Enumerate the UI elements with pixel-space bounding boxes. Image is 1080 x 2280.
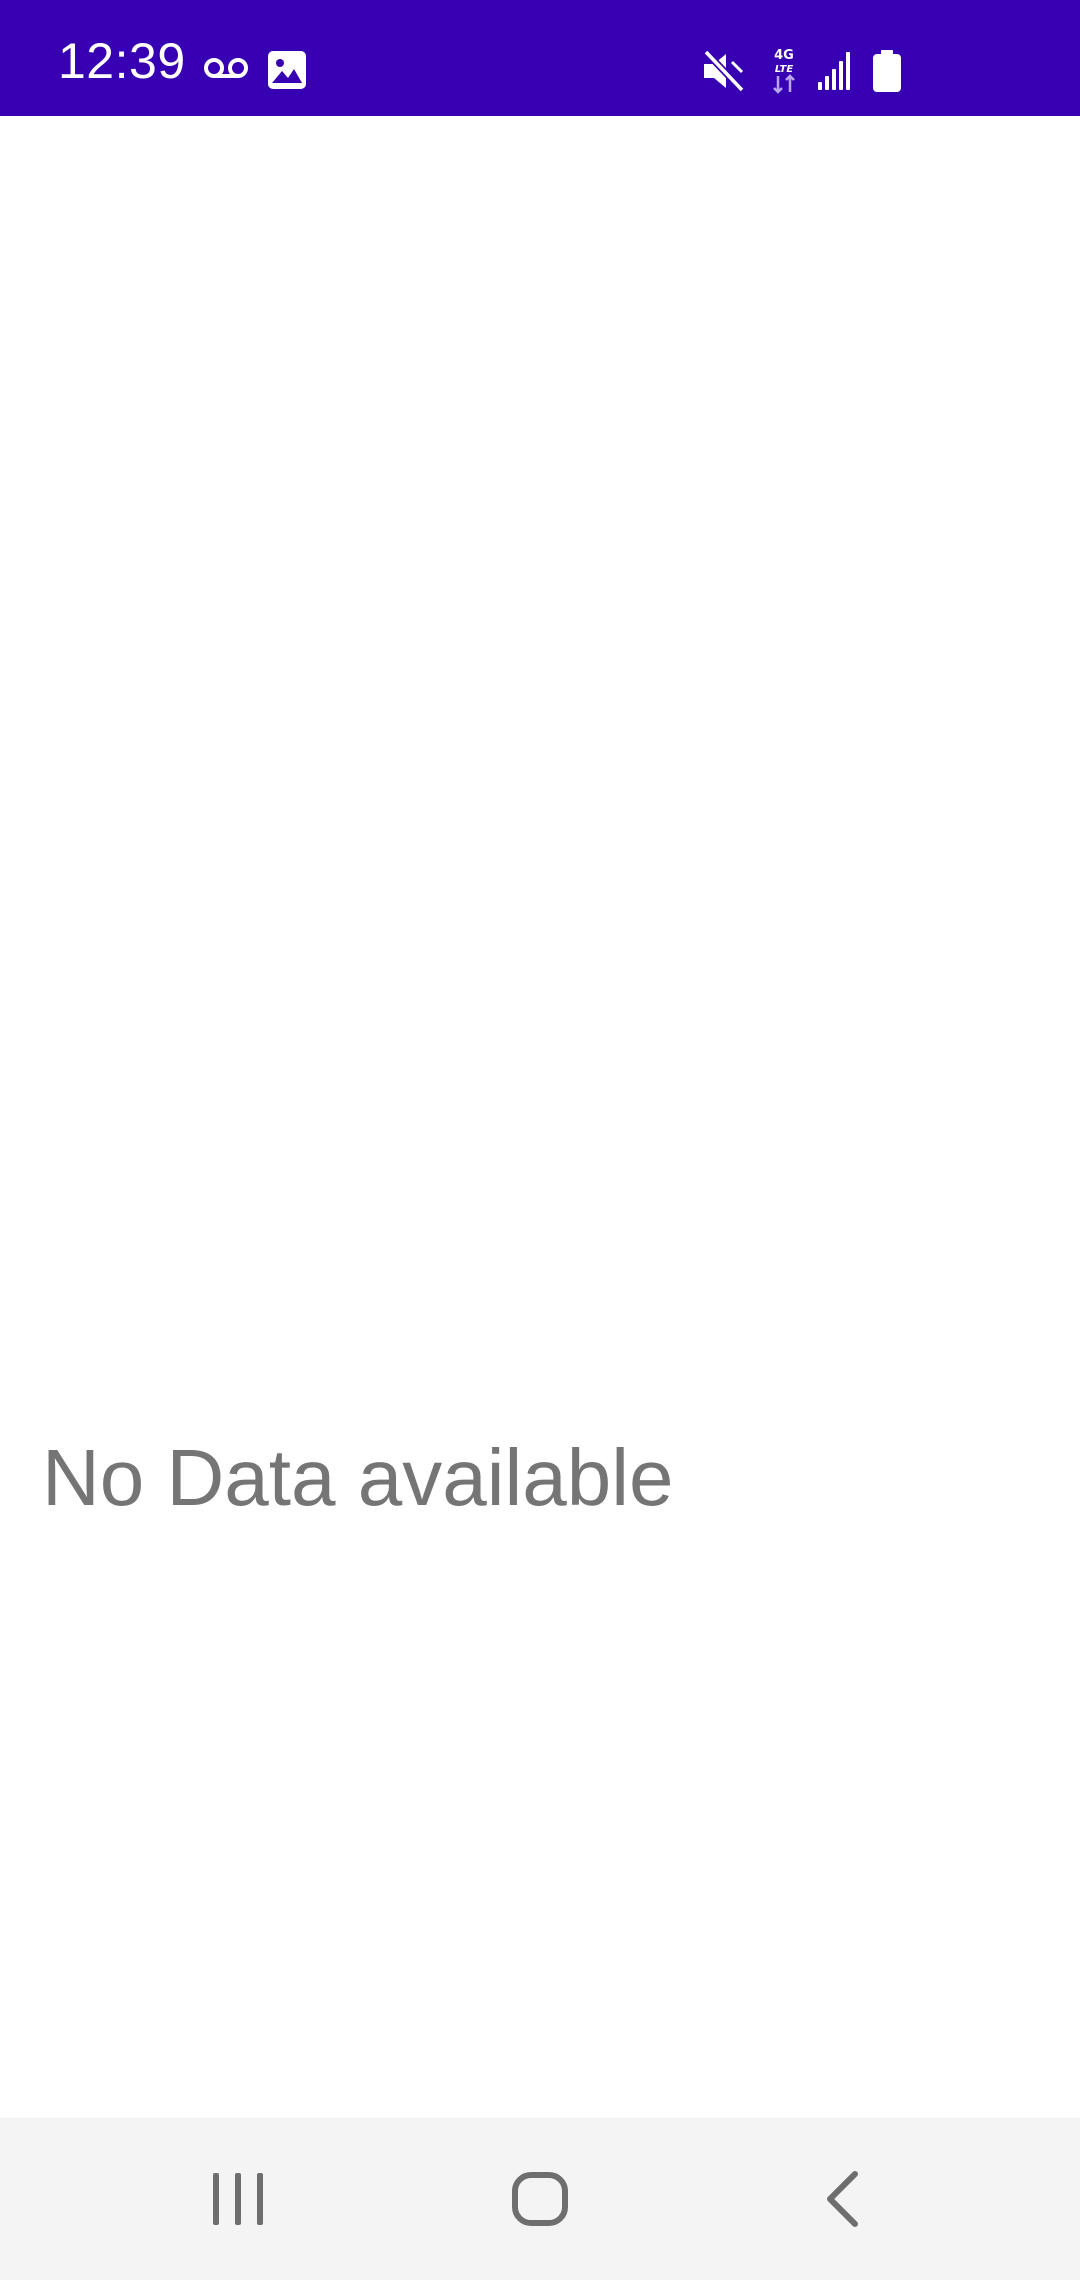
4g-lte-icon: 4G LTE xyxy=(773,48,795,94)
status-time: 12:39 xyxy=(58,33,186,89)
app-screen: 12:39 4G LTE No Data available xyxy=(0,0,1080,2280)
main-content: No Data available xyxy=(0,116,1080,2118)
status-bar: 12:39 4G LTE xyxy=(0,0,1080,116)
back-icon xyxy=(827,2171,858,2227)
voicemail-icon xyxy=(204,58,248,78)
mute-icon xyxy=(703,50,745,92)
network-type-label: 4G xyxy=(774,48,794,63)
back-button[interactable] xyxy=(742,2118,942,2280)
recent-apps-button[interactable] xyxy=(138,2118,338,2280)
navigation-bar xyxy=(0,2118,1080,2280)
empty-state-message: No Data available xyxy=(42,1433,674,1522)
recent-apps-icon xyxy=(213,2173,263,2225)
home-icon xyxy=(512,2172,568,2226)
signal-icon xyxy=(818,52,850,90)
battery-icon xyxy=(873,50,901,92)
network-subtype-label: LTE xyxy=(775,64,794,75)
image-icon xyxy=(268,51,306,89)
home-button[interactable] xyxy=(440,2118,640,2280)
